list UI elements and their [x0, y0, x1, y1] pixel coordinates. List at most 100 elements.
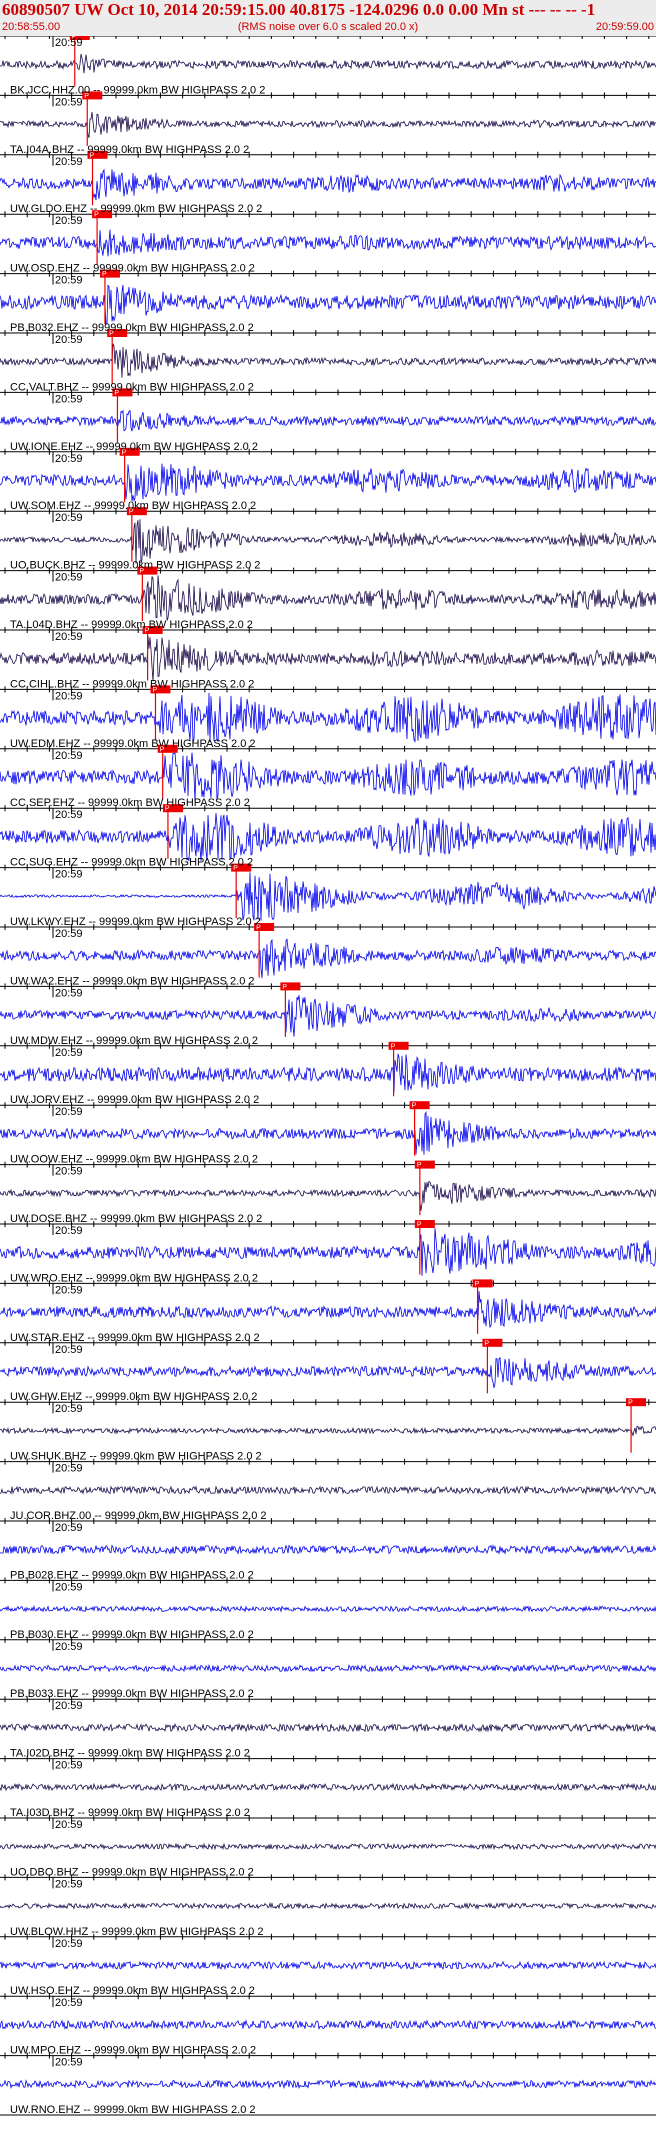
- waveform-trace: [0, 1485, 656, 1496]
- waveform-trace: [0, 409, 656, 432]
- station-label: TA.I04A.BHZ -- 99999.0km BW HIGHPASS 2.0…: [10, 144, 249, 156]
- pick-label: P: [160, 746, 165, 753]
- pick-label: P: [256, 925, 261, 932]
- station-label: UW.IONE.EHZ -- 99999.0km BW HIGHPASS 2.0…: [10, 441, 258, 453]
- waveform-trace: [0, 1604, 656, 1613]
- waveform-trace: [0, 575, 656, 621]
- pick-label: P: [417, 1162, 422, 1169]
- pick-label: P: [412, 1103, 417, 1110]
- station-label: UW.MDW.EHZ -- 99999.0km BW HIGHPASS 2.0 …: [10, 1035, 258, 1047]
- minute-label: 20:59: [55, 1522, 83, 1534]
- station-label: PB.B028.EHZ -- 99999.0km BW HIGHPASS 2.0…: [10, 1569, 254, 1581]
- waveform-trace: [0, 1110, 656, 1155]
- station-label: UW.DOSE.BHZ -- 99999.0km BW HIGHPASS 2.0…: [10, 1213, 262, 1225]
- pick-label: P: [129, 509, 134, 516]
- minute-label: 20:59: [55, 1700, 83, 1712]
- minute-label: 20:59: [55, 393, 83, 405]
- station-label: JU.COR.BHZ.00 -- 99999.0km BW HIGHPASS 2…: [10, 1510, 267, 1522]
- waveform-trace: [0, 635, 656, 682]
- station-label: UW.GLDO.EHZ -- 99999.0km BW HIGHPASS 2.0…: [10, 203, 262, 215]
- pick-label: P: [102, 271, 107, 278]
- waveform-trace: [0, 1663, 656, 1673]
- waveform-trace: [0, 1782, 656, 1792]
- station-label: UW.HSO.EHZ -- 99999.0km BW HIGHPASS 2.0 …: [10, 1985, 255, 1997]
- station-label: PB.B030.EHZ -- 99999.0km BW HIGHPASS 2.0…: [10, 1629, 254, 1641]
- waveform-trace: [0, 1228, 656, 1276]
- waveform-trace: [0, 343, 656, 378]
- station-label: UW.BLOW.HHZ -- 99999.0km BW HIGHPASS 2.0…: [10, 1926, 263, 1938]
- station-label: UW.MPO.EHZ -- 99999.0km BW HIGHPASS 2.0 …: [10, 2045, 256, 2057]
- waveform-trace: [0, 938, 656, 979]
- waveform-trace: [0, 995, 656, 1037]
- station-label: UO.BUCK.BHZ -- 99999.0km BW HIGHPASS 2.0…: [10, 560, 260, 572]
- waveform-trace: [0, 1960, 656, 1971]
- waveform-trace: [0, 1180, 656, 1211]
- minute-label: 20:59: [55, 156, 83, 168]
- minute-label: 20:59: [55, 1641, 83, 1653]
- station-label: PB.B033.EHZ -- 99999.0km BW HIGHPASS 2.0…: [10, 1688, 254, 1700]
- minute-label: 20:59: [55, 928, 83, 940]
- waveform-trace: [0, 519, 656, 564]
- waveform-trace: [0, 53, 656, 74]
- pick-label: P: [165, 806, 170, 813]
- waveform-trace: [0, 692, 656, 743]
- pick-label: P: [282, 984, 287, 991]
- station-label: TA.I03D.BHZ -- 99999.0km BW HIGHPASS 2.0…: [10, 1807, 250, 1819]
- minute-label: 20:59: [55, 1997, 83, 2009]
- minute-label: 20:59: [55, 453, 83, 465]
- waveform-trace: [0, 872, 656, 921]
- pick-label: P: [417, 1222, 422, 1229]
- minute-label: 20:59: [55, 631, 83, 643]
- waveform-trace: [0, 2019, 656, 2031]
- rms-subtitle: (RMS noise over 6.0 s scaled 20.0 x): [237, 21, 419, 33]
- station-label: UW.LKWY.EHZ -- 99999.0km BW HIGHPASS 2.0…: [10, 916, 261, 928]
- pick-label: P: [84, 93, 89, 100]
- minute-label: 20:59: [55, 690, 83, 702]
- station-label: BK.JCC.HHZ.00 -- 99999.0km BW HIGHPASS 2…: [10, 84, 265, 96]
- station-label: UW.WRO.EHZ -- 99999.0km BW HIGHPASS 2.0 …: [10, 1272, 258, 1284]
- pick-label: P: [475, 1281, 480, 1288]
- pick-label: P: [391, 1043, 396, 1050]
- minute-label: 20:59: [55, 1581, 83, 1593]
- station-label: TA.L04D.BHZ -- 99999.0km BW HIGHPASS 2.0…: [10, 619, 253, 631]
- minute-label: 20:59: [55, 987, 83, 999]
- minute-label: 20:59: [55, 1225, 83, 1237]
- pick-label: P: [89, 152, 94, 159]
- minute-label: 20:59: [55, 1819, 83, 1831]
- pick-label: P: [484, 1340, 489, 1347]
- seismogram-plot: 20:59PBK.JCC.HHZ.00 -- 99999.0km BW HIGH…: [0, 36, 656, 2116]
- minute-label: 20:59: [55, 275, 83, 287]
- minute-label: 20:59: [55, 37, 83, 49]
- pick-label: P: [628, 1400, 633, 1407]
- waveform-trace: [0, 1425, 656, 1437]
- minute-label: 20:59: [55, 1760, 83, 1772]
- station-label: UO.DBO.BHZ -- 99999.0km BW HIGHPASS 2.0 …: [10, 1866, 254, 1878]
- minute-label: 20:59: [55, 96, 83, 108]
- waveform-trace: [0, 752, 656, 802]
- pick-label: P: [233, 865, 238, 872]
- minute-label: 20:59: [55, 1938, 83, 1950]
- station-label: CC.CIHL.BHZ -- 99999.0km BW HIGHPASS 2.0…: [10, 678, 254, 690]
- minute-label: 20:59: [55, 1403, 83, 1415]
- header: 60890507 UW Oct 10, 2014 20:59:15.00 40.…: [0, 0, 656, 36]
- minute-label: 20:59: [55, 1106, 83, 1118]
- minute-label: 20:59: [55, 572, 83, 584]
- station-label: UW.STAR.EHZ -- 99999.0km BW HIGHPASS 2.0…: [10, 1332, 260, 1344]
- end-time-label: 20:59:59.00: [595, 21, 654, 33]
- waveform-trace: [0, 284, 656, 325]
- minute-label: 20:59: [55, 869, 83, 881]
- minute-label: 20:59: [55, 2057, 83, 2069]
- minute-label: 20:59: [55, 512, 83, 524]
- pick-label: P: [114, 390, 119, 397]
- waveform-trace: [0, 1901, 656, 1910]
- station-label: UW.WA2.EHZ -- 99999.0km BW HIGHPASS 2.0 …: [10, 975, 255, 987]
- minute-label: 20:59: [55, 1284, 83, 1296]
- waveform-trace: [0, 1842, 656, 1851]
- minute-label: 20:59: [55, 809, 83, 821]
- pick-label: P: [152, 687, 157, 694]
- minute-label: 20:59: [55, 1878, 83, 1890]
- station-label: UW.GHW.EHZ -- 99999.0km BW HIGHPASS 2.0 …: [10, 1391, 257, 1403]
- minute-label: 20:59: [55, 215, 83, 227]
- event-title: 60890507 UW Oct 10, 2014 20:59:15.00 40.…: [2, 0, 596, 19]
- waveform-trace: [0, 463, 656, 503]
